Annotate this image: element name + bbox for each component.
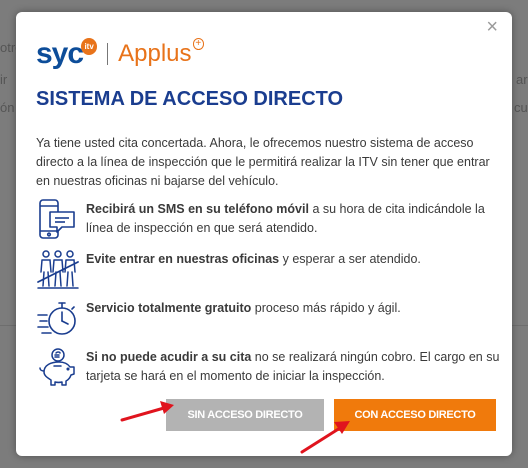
feature-bold: Servicio totalmente gratuito (86, 301, 252, 315)
phone-sms-icon (36, 198, 80, 242)
arrow-icon (120, 401, 174, 422)
intro-text: Ya tiene usted cita concertada. Ahora, l… (36, 136, 490, 188)
brand-logo: syc itv Applus + (36, 34, 205, 74)
piggy-bank-icon (36, 346, 80, 390)
close-icon[interactable]: × (486, 16, 498, 39)
feature-sms: Recibirá un SMS en su teléfono móvil a s… (36, 198, 502, 242)
access-modal: × syc itv Applus + SISTEMA DE ACCESO DIR… (16, 12, 512, 456)
feature-no-charge: Si no puede acudir a su cita no se reali… (36, 346, 502, 390)
feature-bold: Evite entrar en nuestras oficinas (86, 252, 280, 266)
logo-applus-text: Applus (118, 40, 192, 67)
background-text: ar (516, 72, 528, 87)
logo-plus-badge: + (192, 38, 205, 50)
feature-bold: Si no puede acudir a su cita (86, 350, 252, 364)
logo-divider (107, 43, 109, 65)
background-text: ón (0, 100, 15, 115)
logo-itv-badge: itv (81, 37, 98, 55)
people-queue-icon (36, 248, 80, 292)
background-text: ir (0, 72, 8, 87)
modal-title: SISTEMA DE ACCESO DIRECTO (36, 88, 344, 110)
feature-rest: y esperar a ser atendido. (279, 252, 421, 266)
feature-no-office: Evite entrar en nuestras oficinas y espe… (36, 248, 502, 292)
feature-text: Servicio totalmente gratuito proceso más… (86, 297, 401, 318)
background-text: culo (514, 100, 528, 115)
feature-text: Evite entrar en nuestras oficinas y espe… (86, 248, 421, 269)
arrow-icon (300, 421, 350, 454)
direct-access-button[interactable]: CON ACCESO DIRECTO (334, 399, 496, 431)
logo-syc-text: syc (36, 37, 84, 70)
feature-text: Si no puede acudir a su cita no se reali… (86, 346, 502, 386)
feature-free: Servicio totalmente gratuito proceso más… (36, 297, 502, 341)
feature-rest: proceso más rápido y ágil. (251, 301, 401, 315)
feature-text: Recibirá un SMS en su teléfono móvil a s… (86, 198, 502, 238)
fast-stopwatch-icon (36, 297, 80, 341)
feature-bold: Recibirá un SMS en su teléfono móvil (86, 202, 309, 216)
